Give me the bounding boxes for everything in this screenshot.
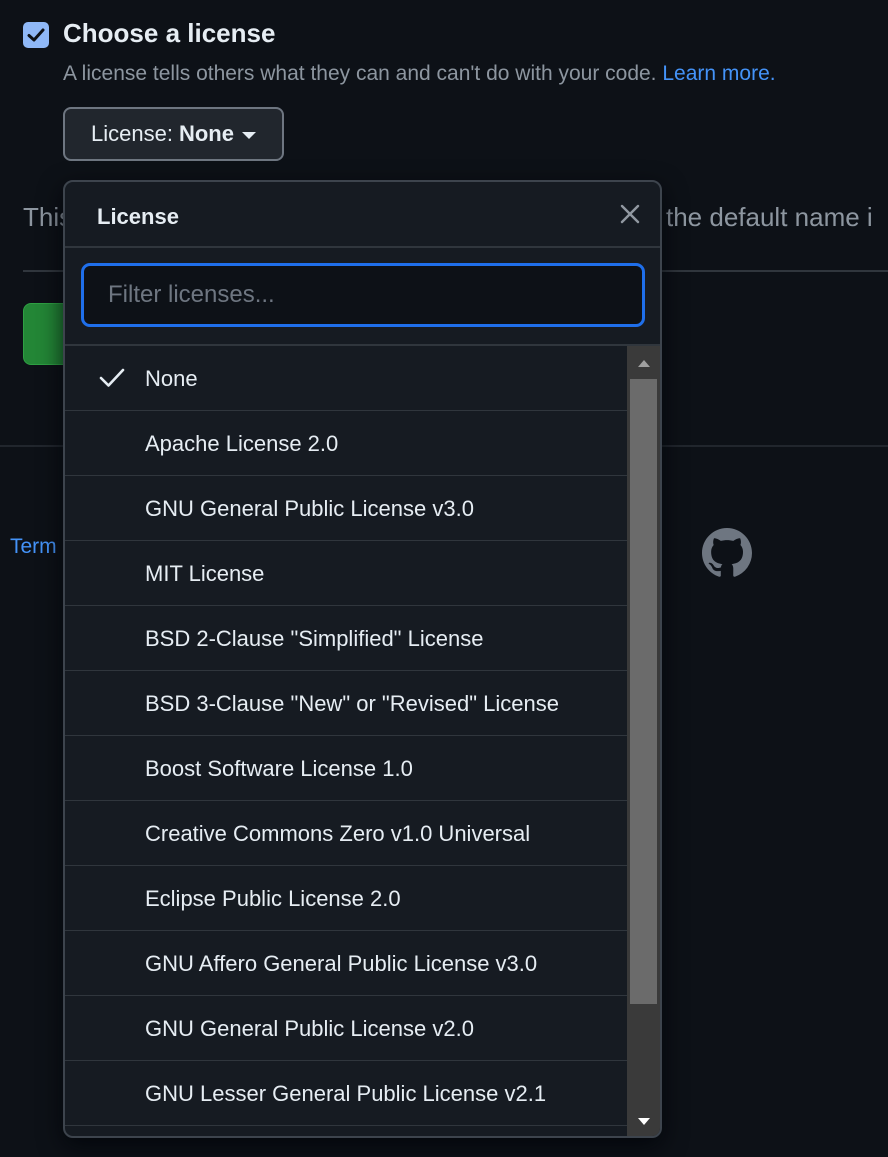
license-option[interactable]: MIT License	[65, 541, 627, 606]
filter-container	[65, 248, 660, 346]
license-option-label: Eclipse Public License 2.0	[145, 886, 401, 911]
scroll-down-arrow-icon[interactable]	[627, 1105, 660, 1136]
learn-more-link[interactable]: Learn more.	[662, 62, 775, 85]
license-description: A license tells others what they can and…	[63, 62, 776, 86]
license-option-label: GNU Lesser General Public License v2.1	[145, 1081, 547, 1106]
scroll-up-arrow-icon[interactable]	[627, 346, 660, 379]
license-dropdown: License None Apache License 2.0 GNU Genera…	[63, 180, 662, 1138]
license-option[interactable]: GNU Lesser General Public License v2.1	[65, 1061, 627, 1126]
license-option-label: Apache License 2.0	[145, 431, 339, 456]
license-option[interactable]: Apache License 2.0	[65, 411, 627, 476]
license-option[interactable]: GNU General Public License v2.0	[65, 996, 627, 1061]
license-option-label: BSD 3-Clause "New" or "Revised" License	[145, 691, 559, 716]
license-option-label: GNU General Public License v3.0	[145, 496, 474, 521]
license-list: None Apache License 2.0 GNU General Public…	[65, 346, 627, 1136]
license-button-value: None	[178, 121, 234, 146]
scrollbar-thumb[interactable]	[630, 379, 657, 1004]
caret-down-icon	[241, 132, 256, 139]
license-option[interactable]: BSD 3-Clause "New" or "Revised" License	[65, 671, 627, 736]
scrollbar[interactable]	[627, 346, 660, 1136]
license-option[interactable]: BSD 2-Clause "Simplified" License	[65, 606, 627, 671]
license-option[interactable]: Creative Commons Zero v1.0 Universal	[65, 801, 627, 866]
page: Choose a license A license tells others …	[0, 0, 888, 1157]
license-checkbox[interactable]	[23, 22, 49, 48]
license-option[interactable]: GNU General Public License v3.0	[65, 476, 627, 541]
license-option[interactable]: Boost Software License 1.0	[65, 736, 627, 801]
close-icon[interactable]	[618, 202, 642, 226]
license-option-label: BSD 2-Clause "Simplified" License	[145, 626, 484, 651]
license-option[interactable]: None	[65, 346, 627, 411]
check-icon	[99, 368, 125, 387]
license-section-title: Choose a license	[63, 18, 276, 48]
license-button-prefix: License:	[91, 121, 173, 146]
license-option-label: GNU General Public License v2.0	[145, 1016, 474, 1041]
github-logo-icon[interactable]	[702, 528, 752, 578]
license-option[interactable]: Eclipse Public License 2.0	[65, 866, 627, 931]
license-select-button[interactable]: License: None	[63, 107, 284, 161]
dropdown-title: License	[97, 204, 179, 229]
footer-terms-link[interactable]: Term	[10, 535, 57, 559]
license-option-label: Boost Software License 1.0	[145, 756, 413, 781]
checkbox-checked-icon	[27, 28, 45, 42]
background-text-right: the default name i	[666, 202, 873, 232]
license-option[interactable]: GNU Affero General Public License v3.0	[65, 931, 627, 996]
license-option-label: Creative Commons Zero v1.0 Universal	[145, 821, 531, 846]
license-option-label: MIT License	[145, 561, 265, 586]
license-option-label: GNU Affero General Public License v3.0	[145, 951, 538, 976]
dropdown-header: License	[65, 182, 660, 248]
license-option-label: None	[145, 366, 198, 391]
filter-licenses-input[interactable]	[81, 263, 645, 327]
license-description-text: A license tells others what they can and…	[63, 62, 657, 85]
